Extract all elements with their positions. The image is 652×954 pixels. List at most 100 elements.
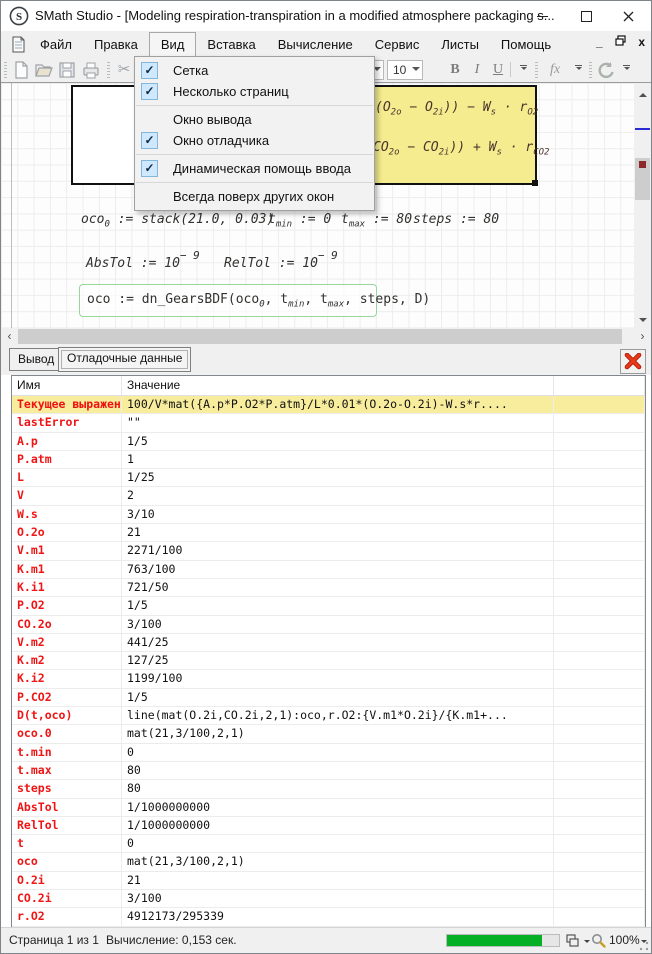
- table-row[interactable]: V.m2441/25: [12, 634, 645, 652]
- scroll-down-icon[interactable]: [634, 311, 651, 328]
- toolbar-overflow-icon[interactable]: [573, 65, 584, 75]
- table-row[interactable]: CO.2i3/100: [12, 890, 645, 908]
- formula-steps[interactable]: steps := 80: [413, 211, 499, 229]
- page-view-icon[interactable]: [566, 934, 580, 947]
- cell-value: [554, 890, 645, 907]
- view-menu-item[interactable]: ✓Сетка: [135, 60, 374, 81]
- header-name[interactable]: Имя: [12, 376, 122, 395]
- table-row[interactable]: P.atm1: [12, 451, 645, 469]
- table-row[interactable]: K.m1763/100: [12, 561, 645, 579]
- table-row[interactable]: P.CO21/5: [12, 689, 645, 707]
- italic-button[interactable]: I: [467, 60, 487, 80]
- menu-вычисление[interactable]: Вычисление: [267, 33, 364, 57]
- table-row[interactable]: D(t,oco)line(mat(O.2i,CO.2i,2,1):oco,r.O…: [12, 707, 645, 725]
- table-row[interactable]: O.2o21: [12, 524, 645, 542]
- table-row[interactable]: oco.0mat(21,3/100,2,1): [12, 725, 645, 743]
- tab-output[interactable]: Вывод: [9, 348, 63, 371]
- menu-вид[interactable]: Вид: [149, 32, 197, 57]
- mdi-restore-icon[interactable]: [615, 35, 629, 49]
- cell-name: A.p: [12, 433, 122, 450]
- underline-button[interactable]: U: [488, 60, 508, 80]
- header-value[interactable]: Значение: [122, 376, 554, 395]
- mdi-close-icon[interactable]: x: [638, 35, 645, 49]
- formula-abstol[interactable]: AbsTol := 10− 9: [86, 247, 200, 265]
- table-row[interactable]: RelTol1/1000000000: [12, 817, 645, 835]
- table-row[interactable]: V2: [12, 487, 645, 505]
- cell-value: [554, 579, 645, 596]
- panel-close-button[interactable]: [620, 349, 646, 374]
- scroll-right-icon[interactable]: ›: [634, 328, 651, 345]
- menu-помощь[interactable]: Помощь: [490, 33, 562, 57]
- table-row[interactable]: Текущее выражение100/V*mat({A.p*P.O2*P.a…: [12, 396, 645, 414]
- table-row[interactable]: K.m2127/25: [12, 652, 645, 670]
- scroll-cursor-marker: [635, 128, 650, 130]
- toolbar-separator: [107, 62, 110, 78]
- view-menu-item[interactable]: Всегда поверх других окон: [135, 186, 374, 207]
- cut-icon[interactable]: ✂: [114, 60, 134, 80]
- cell-value: 763/100: [122, 561, 554, 578]
- page-margin-line: [11, 83, 12, 328]
- window-minimize-button[interactable]: [525, 1, 559, 31]
- region-resize-handle[interactable]: [532, 180, 538, 186]
- table-row[interactable]: O.2i21: [12, 872, 645, 890]
- formula-oco0[interactable]: oco0 := stack(21.0, 0.03): [81, 211, 274, 229]
- toolbar-separator: [535, 62, 538, 78]
- refresh-icon[interactable]: [596, 60, 616, 80]
- window-maximize-button[interactable]: [569, 1, 603, 31]
- bold-button[interactable]: B: [445, 60, 465, 80]
- table-row[interactable]: W.s3/10: [12, 506, 645, 524]
- menu-сервис[interactable]: Сервис: [364, 33, 431, 57]
- table-row[interactable]: CO.2o3/100: [12, 616, 645, 634]
- vertical-scrollbar[interactable]: [634, 83, 651, 328]
- horizontal-scrollbar[interactable]: ‹ ›: [1, 328, 651, 345]
- horizontal-scroll-thumb[interactable]: [18, 329, 622, 344]
- table-row[interactable]: V.m12271/100: [12, 542, 645, 560]
- toolbar-grip[interactable]: [4, 62, 7, 78]
- table-row[interactable]: ocomat(21,3/100,2,1): [12, 853, 645, 871]
- formula-tmax[interactable]: tmax := 80: [341, 211, 412, 229]
- zoom-magnifier-icon[interactable]: [591, 933, 606, 948]
- table-row[interactable]: P.O21/5: [12, 597, 645, 615]
- table-row[interactable]: A.p1/5: [12, 433, 645, 451]
- table-row[interactable]: steps80: [12, 780, 645, 798]
- selected-formula-box[interactable]: oco := dn_GearsBDF(oco0, tmin, tmax, ste…: [79, 284, 377, 317]
- view-menu-item[interactable]: ✓Окно отладчика: [135, 130, 374, 151]
- table-row[interactable]: r.O24912173/295339: [12, 908, 645, 926]
- chevron-down-icon[interactable]: [584, 940, 590, 946]
- view-menu-item[interactable]: ✓Динамическая помощь ввода: [135, 158, 374, 179]
- table-row[interactable]: K.i21199/100: [12, 670, 645, 688]
- table-row[interactable]: t.min0: [12, 744, 645, 762]
- menu-вставка[interactable]: Вставка: [196, 33, 266, 57]
- table-row[interactable]: AbsTol1/1000000000: [12, 799, 645, 817]
- save-icon[interactable]: [57, 60, 77, 80]
- table-row[interactable]: L1/25: [12, 469, 645, 487]
- table-row[interactable]: t.max80: [12, 762, 645, 780]
- panel-tab-bar: Вывод Отладочные данные: [1, 345, 651, 375]
- table-row[interactable]: t0: [12, 835, 645, 853]
- resize-grip[interactable]: [639, 941, 649, 951]
- menu-файл[interactable]: Файл: [29, 33, 83, 57]
- open-icon[interactable]: [34, 60, 54, 80]
- formula-reltol[interactable]: RelTol := 10− 9: [224, 247, 338, 265]
- view-menu-item[interactable]: ✓Несколько страниц: [135, 81, 374, 102]
- menu-листы[interactable]: Листы: [430, 33, 490, 57]
- toolbar-overflow-icon[interactable]: [518, 65, 529, 75]
- cell-value: [554, 634, 645, 651]
- menu-правка[interactable]: Правка: [83, 33, 149, 57]
- table-row[interactable]: lastError"": [12, 414, 645, 432]
- zoom-level[interactable]: 100%: [609, 928, 640, 952]
- table-row[interactable]: K.i1721/50: [12, 579, 645, 597]
- new-sheet-icon[interactable]: [11, 60, 31, 80]
- window-close-button[interactable]: [611, 1, 645, 31]
- print-icon[interactable]: [81, 60, 101, 80]
- toolbar-overflow-icon[interactable]: [621, 65, 632, 75]
- font-size-combo[interactable]: 10: [387, 60, 423, 80]
- mdi-minimize-icon[interactable]: _: [596, 35, 603, 49]
- formula-tmin[interactable]: tmin := 0: [268, 211, 331, 229]
- fx-button[interactable]: fx: [542, 60, 568, 80]
- view-menu-item[interactable]: Окно вывода: [135, 109, 374, 130]
- scroll-up-icon[interactable]: [634, 83, 651, 100]
- tab-debug-data[interactable]: Отладочные данные: [58, 347, 191, 372]
- cell-name: V.m2: [12, 634, 122, 651]
- scroll-left-icon[interactable]: ‹: [1, 328, 18, 345]
